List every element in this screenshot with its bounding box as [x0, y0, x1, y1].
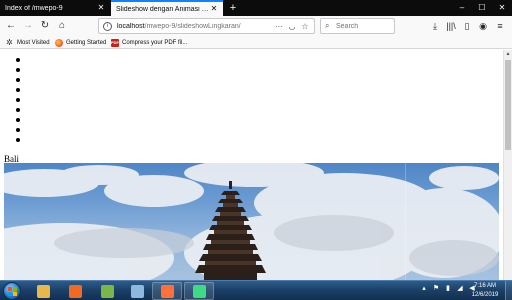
- slide-nav-bullet[interactable]: [16, 108, 20, 112]
- pocket-icon[interactable]: ◡: [287, 22, 297, 31]
- xampp-icon: [68, 284, 82, 298]
- account-icon[interactable]: ◉: [476, 19, 490, 33]
- url-bar[interactable]: i localhost/mwepo-9/slideshowLingkaran/ …: [98, 18, 315, 34]
- slide-nav-bullet[interactable]: [16, 138, 20, 142]
- bookmark-label: Getting Started: [66, 39, 107, 46]
- reload-button[interactable]: ↻: [38, 19, 52, 33]
- vertical-scrollbar[interactable]: ▲: [503, 50, 512, 280]
- maximize-button[interactable]: ☐: [472, 0, 492, 16]
- scroll-up-icon[interactable]: ▲: [504, 51, 512, 57]
- tab-strip: Index of /mwepo-9 ✕ Slideshow dengan Ani…: [0, 0, 512, 16]
- explorer-icon: [36, 284, 50, 298]
- back-button[interactable]: ←: [4, 19, 18, 33]
- downloads-icon[interactable]: ⤓: [428, 19, 442, 33]
- slide-nav-list: [16, 58, 20, 148]
- sidebar-icon[interactable]: ▯: [460, 19, 474, 33]
- slide-nav-bullet[interactable]: [16, 78, 20, 82]
- tab-slideshow[interactable]: Slideshow dengan Animasi Lingkaran ✕: [111, 0, 223, 16]
- clock-time: 7:16 AM: [473, 283, 496, 289]
- url-text[interactable]: localhost/mwepo-9/slideshowLingkaran/: [117, 23, 271, 30]
- android-studio-icon: [192, 284, 206, 298]
- bookmark-getting-started[interactable]: Getting Started: [55, 37, 106, 48]
- tab-index-of[interactable]: Index of /mwepo-9 ✕: [0, 0, 110, 16]
- notepadpp-icon: [100, 284, 114, 298]
- slide-nav-bullet[interactable]: [16, 98, 20, 102]
- forward-button[interactable]: →: [21, 19, 35, 33]
- taskbar-notepad-button[interactable]: [122, 282, 152, 300]
- show-hidden-icons-icon[interactable]: ▴: [420, 284, 428, 292]
- bookmark-label: Most Visited: [17, 39, 50, 46]
- tab-label: Slideshow dengan Animasi Lingkaran: [116, 5, 210, 13]
- gear-icon: ✲: [6, 37, 13, 47]
- show-desktop-button[interactable]: [505, 281, 512, 300]
- close-tab-icon[interactable]: ✕: [97, 4, 105, 12]
- bookmarks-toolbar: ✲ Most Visited Getting Started PDF Compr…: [0, 36, 512, 49]
- taskbar-android-studio-button[interactable]: [184, 282, 214, 300]
- taskbar-firefox-button[interactable]: [152, 282, 182, 300]
- clock-date: 12/6/2019: [471, 292, 499, 298]
- slide-nav-bullet[interactable]: [16, 68, 20, 72]
- bookmark-label: Compress your PDF fil...: [122, 39, 188, 46]
- search-input[interactable]: [336, 22, 390, 30]
- pdf-icon: PDF: [111, 38, 119, 47]
- close-window-button[interactable]: ✕: [492, 0, 512, 16]
- bookmark-star-icon[interactable]: ☆: [300, 22, 310, 31]
- network-icon[interactable]: ◢: [456, 284, 464, 292]
- start-button[interactable]: [3, 282, 21, 300]
- bookmark-most-visited[interactable]: ✲ Most Visited: [6, 37, 50, 48]
- windows-logo-icon: [8, 287, 17, 296]
- slide-divider: [405, 163, 406, 280]
- close-tab-icon[interactable]: ✕: [210, 5, 218, 13]
- slide-nav-bullet[interactable]: [16, 118, 20, 122]
- bookmark-compress-pdf[interactable]: PDF Compress your PDF fil...: [111, 37, 187, 48]
- new-tab-button[interactable]: +: [227, 2, 239, 14]
- clock[interactable]: 7:16 AM 12/6/2019: [468, 282, 502, 300]
- library-icon[interactable]: |||\: [444, 19, 458, 33]
- slide-nav-bullet[interactable]: [16, 58, 20, 62]
- info-icon[interactable]: i: [103, 21, 112, 31]
- taskbar-explorer-button[interactable]: [28, 282, 58, 300]
- home-button[interactable]: ⌂: [55, 19, 69, 33]
- notepad-icon: [130, 284, 144, 298]
- slide-nav-bullet[interactable]: [16, 88, 20, 92]
- slide-nav-bullet[interactable]: [16, 128, 20, 132]
- page-actions-icon[interactable]: ···: [274, 22, 284, 31]
- taskbar-xampp-button[interactable]: [60, 282, 90, 300]
- nav-toolbar: ← → ↻ ⌂ i localhost/mwepo-9/slideshowLin…: [0, 16, 512, 36]
- search-bar[interactable]: ⌕: [320, 18, 395, 34]
- battery-icon[interactable]: ▮: [444, 284, 452, 292]
- scrollbar-thumb[interactable]: [505, 60, 511, 150]
- minimize-button[interactable]: –: [452, 0, 472, 16]
- taskbar: ▴ ⚑ ▮ ◢ ◀ 7:16 AM 12/6/2019: [0, 280, 512, 300]
- search-icon: ⌕: [325, 21, 330, 30]
- flag-icon[interactable]: ⚑: [432, 284, 440, 292]
- tab-label: Index of /mwepo-9: [5, 4, 63, 12]
- firefox-icon: [160, 284, 174, 298]
- taskbar-notepadpp-button[interactable]: [92, 282, 122, 300]
- firefox-icon: [55, 38, 63, 47]
- page-content: Bali: [0, 50, 503, 280]
- pagoda-image: [4, 163, 499, 280]
- slide-image: [4, 163, 499, 280]
- menu-icon[interactable]: ≡: [493, 19, 507, 33]
